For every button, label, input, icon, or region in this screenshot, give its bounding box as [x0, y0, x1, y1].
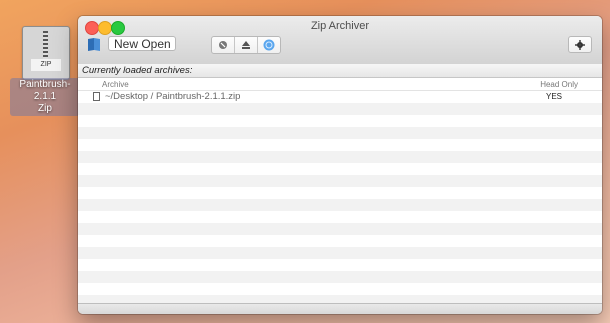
empty-row	[78, 247, 602, 259]
toolbar-segmented-control	[211, 36, 281, 54]
empty-row	[78, 151, 602, 163]
loaded-archives-header: Currently loaded archives:	[78, 64, 602, 78]
empty-row	[78, 271, 602, 283]
empty-row	[78, 223, 602, 235]
settings-button[interactable]	[568, 36, 592, 53]
empty-row	[78, 163, 602, 175]
titlebar: Zip Archiver New Open	[78, 16, 602, 65]
globe-button[interactable]	[257, 37, 280, 53]
desktop-file-name-line2: Zip	[38, 103, 52, 114]
empty-row	[78, 187, 602, 199]
column-head-only[interactable]: Head Only	[540, 79, 578, 90]
empty-row	[78, 211, 602, 223]
desktop-file-name[interactable]: Paintbrush-2.1.1 Zip	[10, 78, 80, 116]
window-bottom-bar	[78, 303, 602, 314]
empty-row	[78, 283, 602, 295]
stop-button[interactable]	[212, 37, 234, 53]
empty-row	[78, 199, 602, 211]
new-open-button[interactable]: New Open	[108, 36, 176, 51]
desktop-file-name-line1: Paintbrush-2.1.1	[19, 79, 71, 102]
archives-table: Archive Head Only ~/Desktop / Paintbrush…	[78, 79, 602, 304]
eject-button[interactable]	[234, 37, 257, 53]
zip-archiver-window: Zip Archiver New Open Currently loaded a…	[78, 16, 602, 314]
zip-label: ZIP	[31, 59, 61, 71]
table-column-header: Archive Head Only	[78, 79, 602, 91]
eject-icon	[242, 41, 250, 49]
archive-path: ~/Desktop / Paintbrush-2.1.1.zip	[105, 91, 241, 102]
empty-row	[78, 139, 602, 151]
file-icon	[93, 92, 100, 101]
empty-row	[78, 127, 602, 139]
gear-icon	[575, 39, 585, 50]
book-icon[interactable]	[86, 36, 102, 52]
window-title: Zip Archiver	[310, 20, 370, 32]
empty-row	[78, 175, 602, 187]
empty-row	[78, 235, 602, 247]
empty-row	[78, 115, 602, 127]
head-only-value: YES	[545, 92, 562, 101]
table-row[interactable]: ~/Desktop / Paintbrush-2.1.1.zip YES	[78, 91, 602, 103]
column-archive[interactable]: Archive	[102, 79, 129, 90]
zipper-graphic	[43, 31, 48, 59]
empty-row	[78, 103, 602, 115]
zip-file-icon[interactable]: ZIP	[22, 26, 70, 80]
globe-icon	[263, 39, 275, 51]
empty-row	[78, 259, 602, 271]
stop-icon	[219, 41, 227, 49]
